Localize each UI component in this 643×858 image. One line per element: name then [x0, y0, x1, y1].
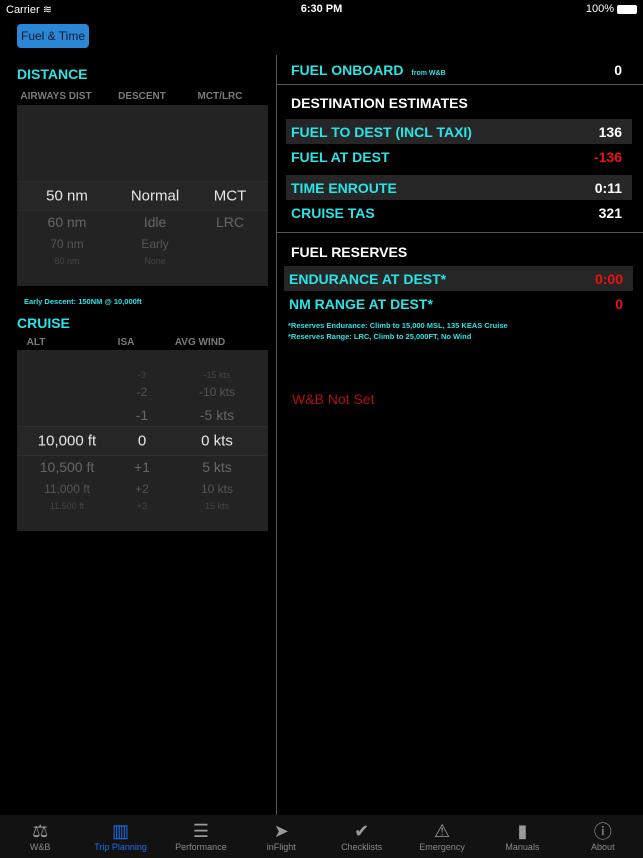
wind-option[interactable]: 5 kts [202, 459, 232, 475]
battery-percent: 100% [585, 3, 614, 15]
nm-range-row: NM RANGE AT DEST* 0 [284, 291, 633, 316]
fuel-time-button[interactable]: Fuel & Time [17, 24, 89, 48]
row-label: CRUISE TAS [291, 204, 375, 221]
wind-option[interactable]: 15 kts [205, 501, 229, 511]
row-label: FUEL TO DEST (INCL TAXI) [291, 123, 472, 140]
tab-bar: ⚖ W&B ▥ Trip Planning ☰ Performance ➤ inFlig… [0, 815, 643, 858]
alt-selected[interactable]: 10,000 ft [38, 433, 96, 450]
tab-label: inFlight [266, 842, 296, 852]
scale-icon: ⚖ [32, 820, 49, 841]
tab-label: Trip Planning [94, 842, 147, 852]
cruise-title: CRUISE [17, 315, 70, 331]
row-label: NM RANGE AT DEST* [289, 295, 433, 312]
row-label: ENDURANCE AT DEST* [289, 270, 447, 287]
wb-warning: W&B Not Set [292, 391, 375, 407]
isa-option[interactable]: +3 [137, 501, 147, 511]
panel-divider [276, 55, 277, 815]
tab-label: Checklists [341, 842, 383, 852]
reserves-note: *Reserves Range: LRC, Climb to 25,000FT,… [288, 332, 472, 341]
reserves-note: *Reserves Endurance: Climb to 15,000 MSL… [288, 321, 508, 330]
info-icon: ⓘ [593, 822, 612, 842]
airways-option[interactable]: 80 nm [54, 256, 79, 266]
checkmark-icon: ✔ [354, 820, 370, 841]
tab-label: About [591, 842, 615, 852]
row-label: FUEL AT DEST [291, 148, 390, 165]
paper-plane-icon: ➤ [273, 820, 289, 841]
divider [277, 84, 643, 85]
col-alt: ALT [26, 337, 46, 348]
col-avg-wind: AVG WIND [174, 337, 226, 348]
fuel-onboard-sub: from W&B [411, 69, 446, 77]
wind-option[interactable]: -5 kts [200, 407, 234, 423]
clock: 6:30 PM [300, 3, 343, 15]
tab-checklists[interactable]: ✔ Checklists [322, 815, 402, 858]
divider [277, 232, 643, 233]
warning-icon: ⚠ [433, 820, 451, 841]
fuel-onboard-value: 0 [614, 61, 622, 78]
row-value: 0 [615, 295, 623, 312]
col-isa: ISA [117, 337, 135, 348]
book-icon: ▮ [517, 820, 528, 841]
cruise-tas-row: CRUISE TAS 321 [286, 200, 632, 225]
row-value: 0:11 [594, 179, 622, 196]
wind-selected[interactable]: 0 kts [201, 433, 233, 450]
descent-option[interactable]: Early [141, 237, 168, 251]
isa-option[interactable]: -1 [136, 407, 148, 423]
descent-option[interactable]: None [144, 256, 166, 266]
tab-wb[interactable]: ⚖ W&B [0, 815, 80, 858]
col-airways-dist: AIRWAYS DIST [20, 91, 92, 102]
cruise-picker[interactable]: 10,000 ft 10,500 ft 11,000 ft 11,500 ft … [17, 350, 268, 531]
alt-option[interactable]: 10,500 ft [40, 459, 95, 475]
map-icon: ▥ [112, 820, 130, 841]
reserves-title: FUEL RESERVES [291, 244, 408, 260]
wind-option[interactable]: 10 kts [201, 482, 233, 496]
destination-title: DESTINATION ESTIMATES [291, 95, 468, 111]
wind-option[interactable]: -10 kts [199, 385, 235, 399]
col-descent: DESCENT [118, 91, 166, 102]
alt-option[interactable]: 11,000 ft [44, 482, 90, 496]
power-option[interactable]: LRC [216, 214, 244, 230]
isa-option[interactable]: -3 [138, 370, 146, 380]
alt-option[interactable]: 11,500 ft [50, 501, 84, 511]
tab-about[interactable]: ⓘ About [563, 815, 643, 858]
airways-selected[interactable]: 50 nm [46, 188, 88, 205]
tab-inflight[interactable]: ➤ inFlight [241, 815, 321, 858]
tab-label: Emergency [419, 842, 465, 852]
early-descent-note: Early Descent: 150NM @ 10,000ft [24, 297, 142, 306]
col-mct-lrc: MCT/LRC [197, 91, 243, 102]
list-icon: ☰ [192, 820, 209, 841]
fuel-onboard-row: FUEL ONBOARD from W&B 0 [286, 57, 632, 82]
tab-emergency[interactable]: ⚠ Emergency [402, 815, 482, 858]
row-value: -136 [593, 148, 622, 165]
wind-option[interactable]: -15 kts [203, 370, 230, 380]
airways-option[interactable]: 60 nm [48, 214, 87, 230]
tab-performance[interactable]: ☰ Performance [161, 815, 241, 858]
time-enroute-row: TIME ENROUTE 0:11 [286, 175, 632, 200]
row-value: 136 [598, 123, 622, 140]
isa-option[interactable]: +1 [134, 459, 150, 475]
power-selected[interactable]: MCT [214, 188, 247, 205]
endurance-row: ENDURANCE AT DEST* 0:00 [284, 266, 633, 291]
isa-option[interactable]: -2 [137, 385, 148, 399]
battery-icon [617, 4, 637, 14]
fuel-onboard-label: FUEL ONBOARD [291, 61, 404, 78]
fuel-to-dest-row: FUEL TO DEST (INCL TAXI) 136 [286, 119, 632, 144]
airways-option[interactable]: 70 nm [50, 237, 83, 251]
isa-option[interactable]: +2 [135, 482, 149, 496]
descent-option[interactable]: Idle [144, 214, 167, 230]
distance-picker[interactable]: 50 nm 60 nm 70 nm 80 nm Normal Idle Earl… [17, 105, 268, 286]
descent-selected[interactable]: Normal [131, 188, 179, 205]
battery: 100% [586, 3, 637, 15]
row-value: 321 [598, 204, 622, 221]
isa-selected[interactable]: 0 [138, 433, 146, 450]
fuel-at-dest-row: FUEL AT DEST -136 [286, 144, 632, 169]
row-value: 0:00 [594, 270, 623, 287]
tab-trip-planning[interactable]: ▥ Trip Planning [80, 815, 160, 858]
distance-title: DISTANCE [17, 66, 88, 82]
tab-label: Manuals [505, 842, 540, 852]
tab-label: Performance [175, 842, 227, 852]
tab-label: W&B [29, 842, 51, 852]
tab-manuals[interactable]: ▮ Manuals [482, 815, 562, 858]
row-label: TIME ENROUTE [291, 179, 397, 196]
